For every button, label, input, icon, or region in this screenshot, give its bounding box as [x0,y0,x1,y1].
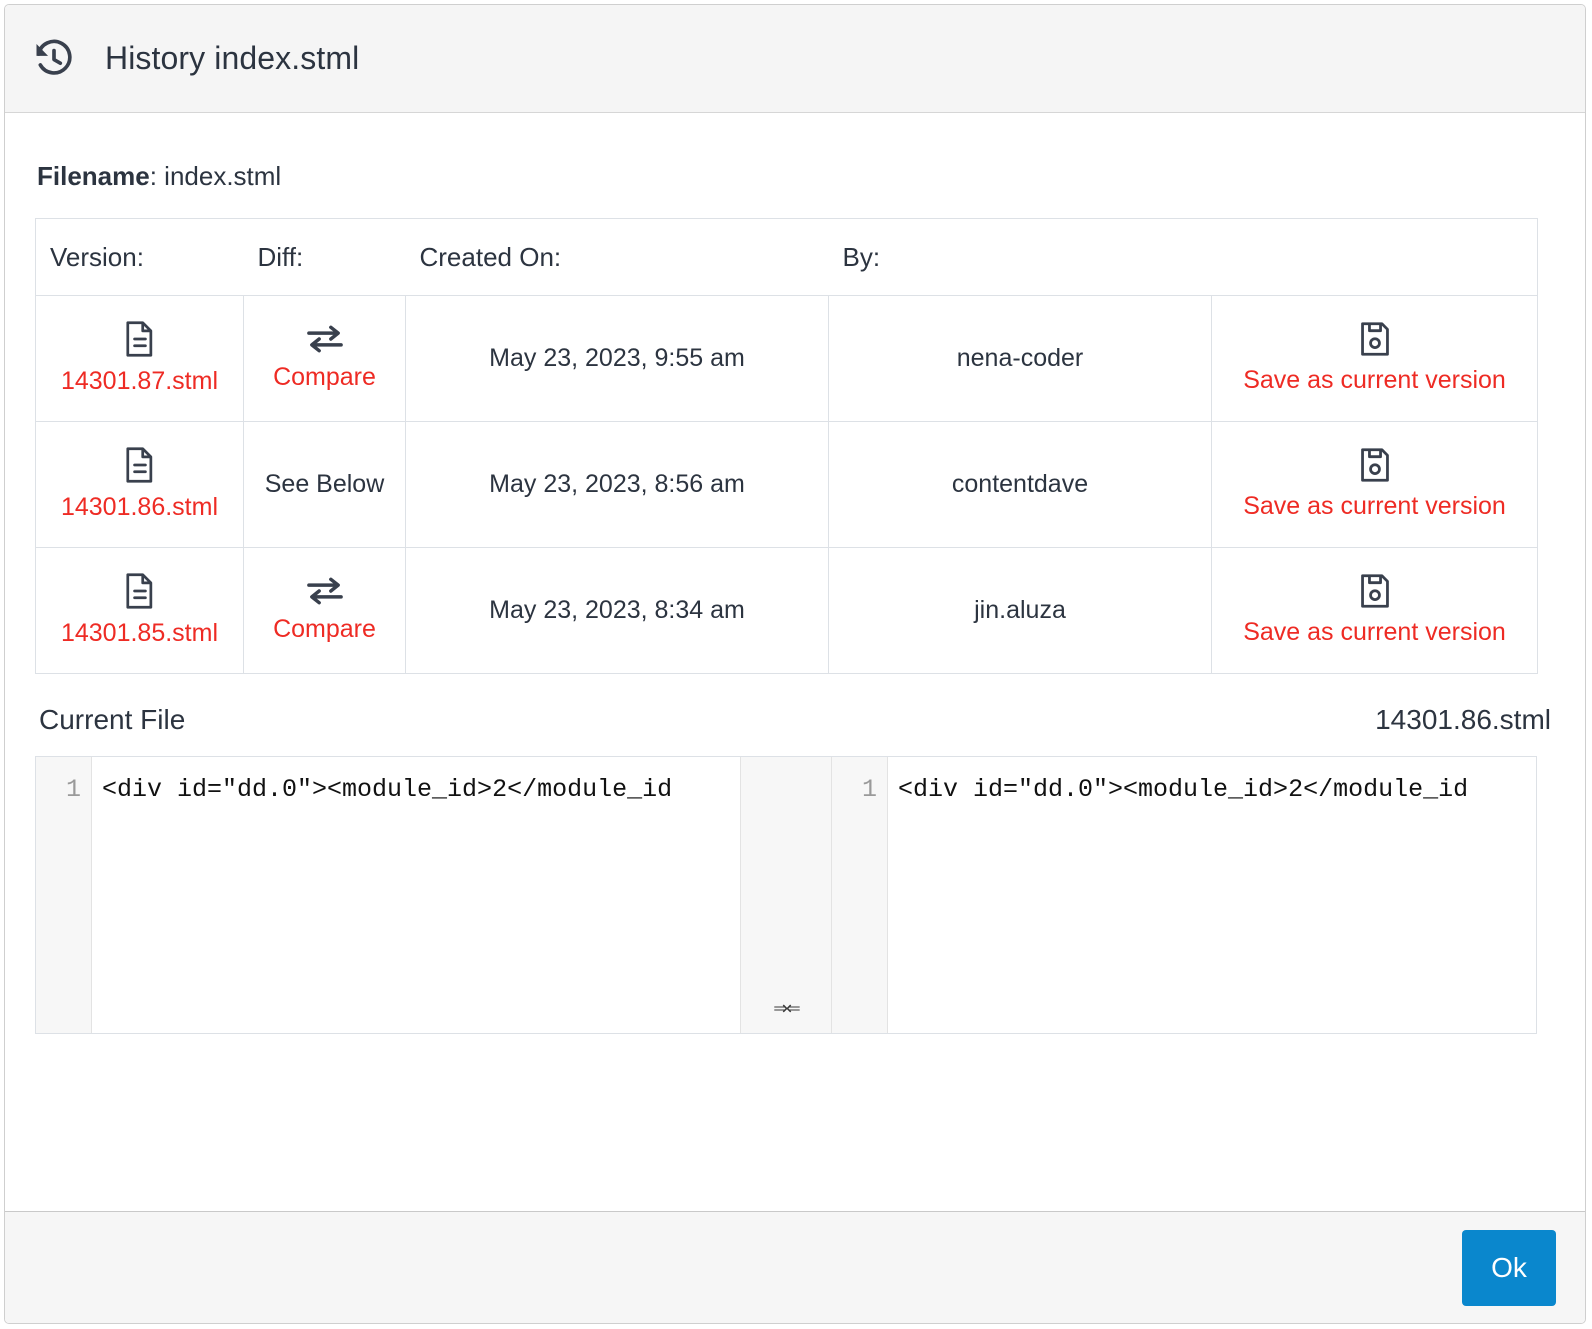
save-as-current-version-link[interactable]: Save as current version [1243,365,1506,396]
diff-viewer: 1 <div id="dd.0"><module_id>2</module_id… [35,756,1537,1034]
version-cell: 14301.85.stml [35,547,244,674]
file-document-icon [123,446,157,484]
column-header-by: By: [828,218,1212,296]
table-row: 14301.86.stml See Below May 23, 2023, 8:… [35,421,1538,548]
created-on-cell: May 23, 2023, 8:34 am [405,547,829,674]
save-version-cell: Save as current version [1211,295,1538,422]
diff-cell: Compare [243,295,406,422]
left-code-pane[interactable]: <div id="dd.0"><module_id>2</module_id [92,757,740,1033]
current-file-version: 14301.86.stml [1375,704,1551,735]
column-header-created: Created On: [405,218,829,296]
see-below-text: See Below [264,470,385,499]
current-file-row: Current File 14301.86.stml [35,674,1555,756]
compare-arrows-icon [306,576,344,606]
created-on-cell: May 23, 2023, 9:55 am [405,295,829,422]
file-document-icon [123,320,157,358]
column-header-diff: Diff: [243,218,406,296]
version-cell: 14301.86.stml [35,421,244,548]
history-dialog: History index.stml Filename: index.stml … [4,4,1586,1324]
merge-arrows-button[interactable]: ⇒⇐ [740,757,832,1033]
version-link[interactable]: 14301.85.stml [61,618,218,649]
versions-table: Version: Diff: Created On: By: 14301.87.… [35,218,1538,674]
column-header-actions [1211,218,1538,296]
filename-separator: : [149,161,165,191]
save-as-current-version-link[interactable]: Save as current version [1243,491,1506,522]
table-header-row: Version: Diff: Created On: By: [35,218,1538,296]
table-row: 14301.87.stml Compare May 23, 2023, 9:55… [35,295,1538,422]
dialog-body: Filename: index.stml Version: Diff: Crea… [5,113,1585,1211]
save-version-cell: Save as current version [1211,421,1538,548]
left-line-numbers: 1 [36,757,92,1033]
diff-cell: See Below [243,421,406,548]
version-cell: 14301.87.stml [35,295,244,422]
right-line-numbers: 1 [832,757,888,1033]
compare-link[interactable]: Compare [273,362,376,393]
author-cell: contentdave [828,421,1212,548]
diff-cell: Compare [243,547,406,674]
compare-arrows-icon [306,324,344,354]
compare-link[interactable]: Compare [273,614,376,645]
ok-button[interactable]: Ok [1462,1229,1556,1306]
filename-line: Filename: index.stml [35,113,1555,218]
floppy-save-icon [1358,447,1392,483]
save-as-current-version-link[interactable]: Save as current version [1243,617,1506,648]
dialog-title: History index.stml [105,40,360,76]
save-version-cell: Save as current version [1211,547,1538,674]
dialog-header: History index.stml [5,5,1585,113]
dialog-footer: Ok [5,1211,1585,1323]
column-header-version: Version: [35,218,244,296]
table-row: 14301.85.stml Compare May 23, 2023, 8:34… [35,547,1538,674]
filename-label: Filename [37,161,150,191]
author-cell: jin.aluza [828,547,1212,674]
filename-value: index.stml [164,161,282,191]
version-link[interactable]: 14301.87.stml [61,366,218,397]
history-icon [33,38,75,80]
floppy-save-icon [1358,573,1392,609]
right-code-pane[interactable]: <div id="dd.0"><module_id>2</module_id [888,757,1536,1033]
author-cell: nena-coder [828,295,1212,422]
current-file-label: Current File [39,704,186,735]
created-on-cell: May 23, 2023, 8:56 am [405,421,829,548]
file-document-icon [123,572,157,610]
floppy-save-icon [1358,321,1392,357]
version-link[interactable]: 14301.86.stml [61,492,218,523]
